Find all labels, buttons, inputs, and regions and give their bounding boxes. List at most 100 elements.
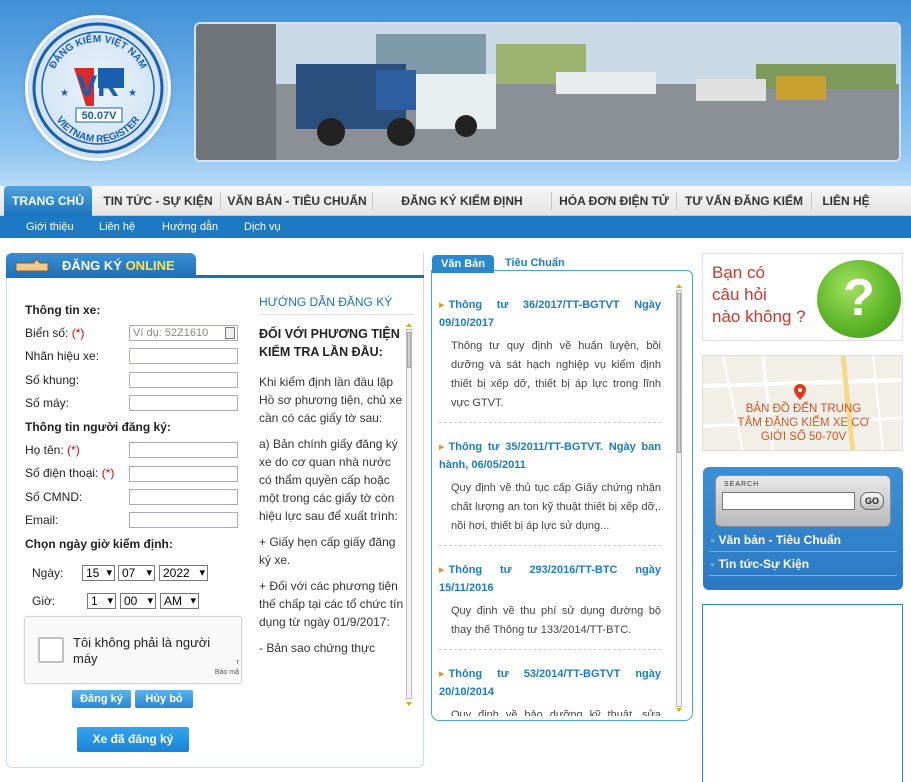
ampm-select[interactable]: AM: [160, 593, 199, 609]
subnav-guide[interactable]: Hướng dẫn: [162, 216, 218, 238]
brand-input[interactable]: [129, 348, 238, 364]
name-input[interactable]: [129, 442, 238, 458]
document-title-link[interactable]: Thông tư 36/2017/TT-BGTVT Ngày 09/10/201…: [439, 296, 661, 332]
document-title-link[interactable]: Thông tư 293/2016/TT-BTC ngày 15/11/2016: [439, 561, 661, 597]
month-select[interactable]: 07: [118, 565, 155, 581]
main-nav: TRANG CHỦ TIN TỨC - SỰ KIỆN VĂN BẢN - TI…: [0, 186, 911, 238]
list-item: Thông tư 35/2011/TT-BGTVT. Ngày ban hành…: [439, 438, 661, 546]
subnav-contact[interactable]: Liên hệ: [99, 216, 135, 238]
sub-nav: Giới thiệu Liên hệ Hướng dẫn Dịch vụ: [0, 216, 911, 238]
guide-content[interactable]: ĐỐI VỚI PHƯƠNG TIỆN KIỂM TRA LẦN ĐẦU: Kh…: [259, 325, 405, 709]
map-banner[interactable]: BẢN ĐỒ ĐẾN TRUNG TÂM ĐĂNG KIỂM XE CƠ GIỚ…: [702, 355, 903, 451]
scroll-down-icon[interactable]: [406, 702, 412, 706]
faq-text: Bạn có câu hỏi nào không ?: [712, 263, 806, 326]
nav-home[interactable]: TRANG CHỦ: [4, 186, 92, 216]
id-label: Số CMND:: [25, 490, 83, 504]
logo-top-text: ĐĂNG KIỂM VIỆT NAM: [48, 32, 149, 71]
link-news-events[interactable]: Tin tức-Sự Kiện: [711, 557, 810, 571]
sidebar-divider: [709, 551, 897, 552]
owner-info-heading: Thông tin người đăng ký:: [25, 420, 171, 434]
guide-paragraph: + Đối với các phương tiện thế chấp tại c…: [259, 579, 404, 629]
subnav-about[interactable]: Giới thiệu: [26, 216, 74, 238]
star-icon: ★: [128, 88, 137, 99]
question-icon: ?: [817, 260, 901, 338]
document-description: Quy định về thủ tục cấp Giấy chứng nhận …: [451, 482, 661, 532]
year-select[interactable]: 2022: [159, 565, 208, 581]
engine-input[interactable]: [129, 395, 238, 411]
guide-scroll-thumb[interactable]: [407, 332, 411, 368]
search-widget: SEARCH GO: [715, 475, 891, 527]
scroll-up-icon[interactable]: [676, 284, 682, 288]
email-input[interactable]: [129, 512, 238, 528]
guide-scrollbar[interactable]: [406, 329, 412, 699]
plate-placeholder: Ví dụ: 52Z1610: [133, 327, 209, 339]
guide-paragraph: a) Bản chính giấy đăng ký xe do cơ quan …: [259, 437, 398, 523]
link-documents-standards[interactable]: Văn bản - Tiêu Chuẩn: [711, 533, 841, 547]
document-title-link[interactable]: Thông tư 53/2014/TT-BGTVT ngày 20/10/201…: [439, 665, 661, 701]
recaptcha-logo-text: r: [236, 659, 239, 666]
recaptcha-checkbox[interactable]: [38, 637, 64, 663]
logo-emblem: ĐĂNG KIỂM VIỆT NAM VIETNAM REGISTER VR 5…: [32, 22, 164, 154]
faq-banner[interactable]: Bạn có câu hỏi nào không ? ?: [702, 253, 903, 341]
guide-heading: ĐỐI VỚI PHƯƠNG TIỆN KIỂM TRA LẦN ĐẦU:: [259, 327, 400, 359]
nav-divider: [676, 192, 677, 210]
keyboard-icon[interactable]: [225, 327, 235, 339]
guide-title: HƯỚNG DẪN ĐĂNG KÝ: [259, 295, 393, 309]
tab-standards[interactable]: Tiêu Chuẩn: [505, 257, 565, 269]
search-go-button[interactable]: GO: [860, 492, 884, 510]
guide-divider: [259, 314, 414, 315]
nav-e-invoice[interactable]: HÓA ĐƠN ĐIỆN TỬ: [557, 186, 671, 216]
document-title-link[interactable]: Thông tư 35/2011/TT-BGTVT. Ngày ban hành…: [439, 438, 661, 474]
document-description: Thông tư quy định về huấn luyện, bồi dưỡ…: [451, 340, 661, 409]
registration-tab-online: ONLINE: [125, 258, 175, 273]
vehicle-info-heading: Thông tin xe:: [25, 303, 101, 317]
guide-paragraph: + Giấy hẹn cấp giấy đăng ký xe.: [259, 535, 396, 567]
brand-label: Nhãn hiệu xe:: [25, 349, 100, 363]
banner-image: [196, 24, 899, 160]
recaptcha-widget: Tôi không phải là người máy r Bảo mậ: [24, 616, 242, 684]
nav-divider: [372, 192, 373, 210]
search-input[interactable]: [722, 492, 855, 510]
search-panel: SEARCH GO Văn bản - Tiêu Chuẩn Tin tức-S…: [703, 467, 903, 590]
documents-list[interactable]: Thông tư 36/2017/TT-BGTVT Ngày 09/10/201…: [439, 296, 661, 716]
register-button[interactable]: Đăng ký: [72, 690, 131, 708]
svg-text:ĐĂNG KIỂM VIỆT NAM: ĐĂNG KIỂM VIỆT NAM: [48, 32, 149, 71]
hour-select[interactable]: 1: [87, 593, 116, 609]
tab-documents[interactable]: Văn Bản: [432, 255, 494, 273]
nav-consulting[interactable]: TƯ VẤN ĐĂNG KIỂM: [682, 186, 806, 216]
scroll-up-icon[interactable]: [406, 323, 412, 327]
chassis-input[interactable]: [129, 372, 238, 388]
list-item: Thông tư 293/2016/TT-BTC ngày 15/11/2016…: [439, 561, 661, 650]
registration-tab-underline: [196, 275, 424, 278]
logo-mark: VR: [77, 70, 119, 103]
map-caption: BẢN ĐỒ ĐẾN TRUNG TÂM ĐĂNG KIỂM XE CƠ GIỚ…: [737, 403, 870, 443]
minute-select[interactable]: 00: [120, 593, 156, 609]
star-icon: ★: [60, 88, 69, 99]
id-input[interactable]: [129, 489, 238, 505]
recaptcha-privacy-link[interactable]: Bảo mậ: [215, 669, 239, 676]
site-logo[interactable]: ĐĂNG KIỂM VIỆT NAM VIETNAM REGISTER VR 5…: [28, 18, 168, 158]
banner-photo: [194, 22, 901, 162]
cancel-button[interactable]: Hủy bỏ: [135, 690, 193, 708]
phone-label: Số điện thoại: (*): [25, 466, 115, 480]
nav-documents[interactable]: VĂN BẢN - TIÊU CHUẨN: [226, 186, 368, 216]
sidebar-empty-panel: [702, 604, 903, 782]
day-select[interactable]: 15: [82, 565, 115, 581]
document-description: Quy định về bảo dưỡng kỹ thuật, sửa chữa…: [451, 709, 661, 716]
subnav-services[interactable]: Dịch vụ: [244, 216, 281, 238]
guide-paragraph: Khi kiểm định lần đầu lập Hồ sơ phương t…: [259, 375, 403, 425]
nav-pre-registration[interactable]: ĐĂNG KÝ KIỂM ĐỊNH TRƯỚC: [378, 186, 546, 238]
registered-vehicles-button[interactable]: Xe đã đăng ký: [77, 727, 189, 752]
recaptcha-label: Tôi không phải là người máy: [73, 635, 211, 666]
nav-news[interactable]: TIN TỨC - SỰ KIỆN: [100, 186, 216, 216]
nav-contact[interactable]: LIÊN HỆ: [816, 186, 876, 216]
documents-scroll-thumb[interactable]: [677, 293, 681, 453]
documents-scrollbar[interactable]: [676, 290, 682, 707]
scroll-down-icon[interactable]: [676, 708, 682, 712]
phone-input[interactable]: [129, 466, 238, 482]
hand-pointer-icon: [15, 258, 49, 272]
plate-input[interactable]: Ví dụ: 52Z1610: [129, 325, 238, 341]
nav-divider: [551, 192, 552, 210]
nav-divider: [220, 192, 221, 210]
name-label: Họ tên: (*): [25, 443, 80, 457]
